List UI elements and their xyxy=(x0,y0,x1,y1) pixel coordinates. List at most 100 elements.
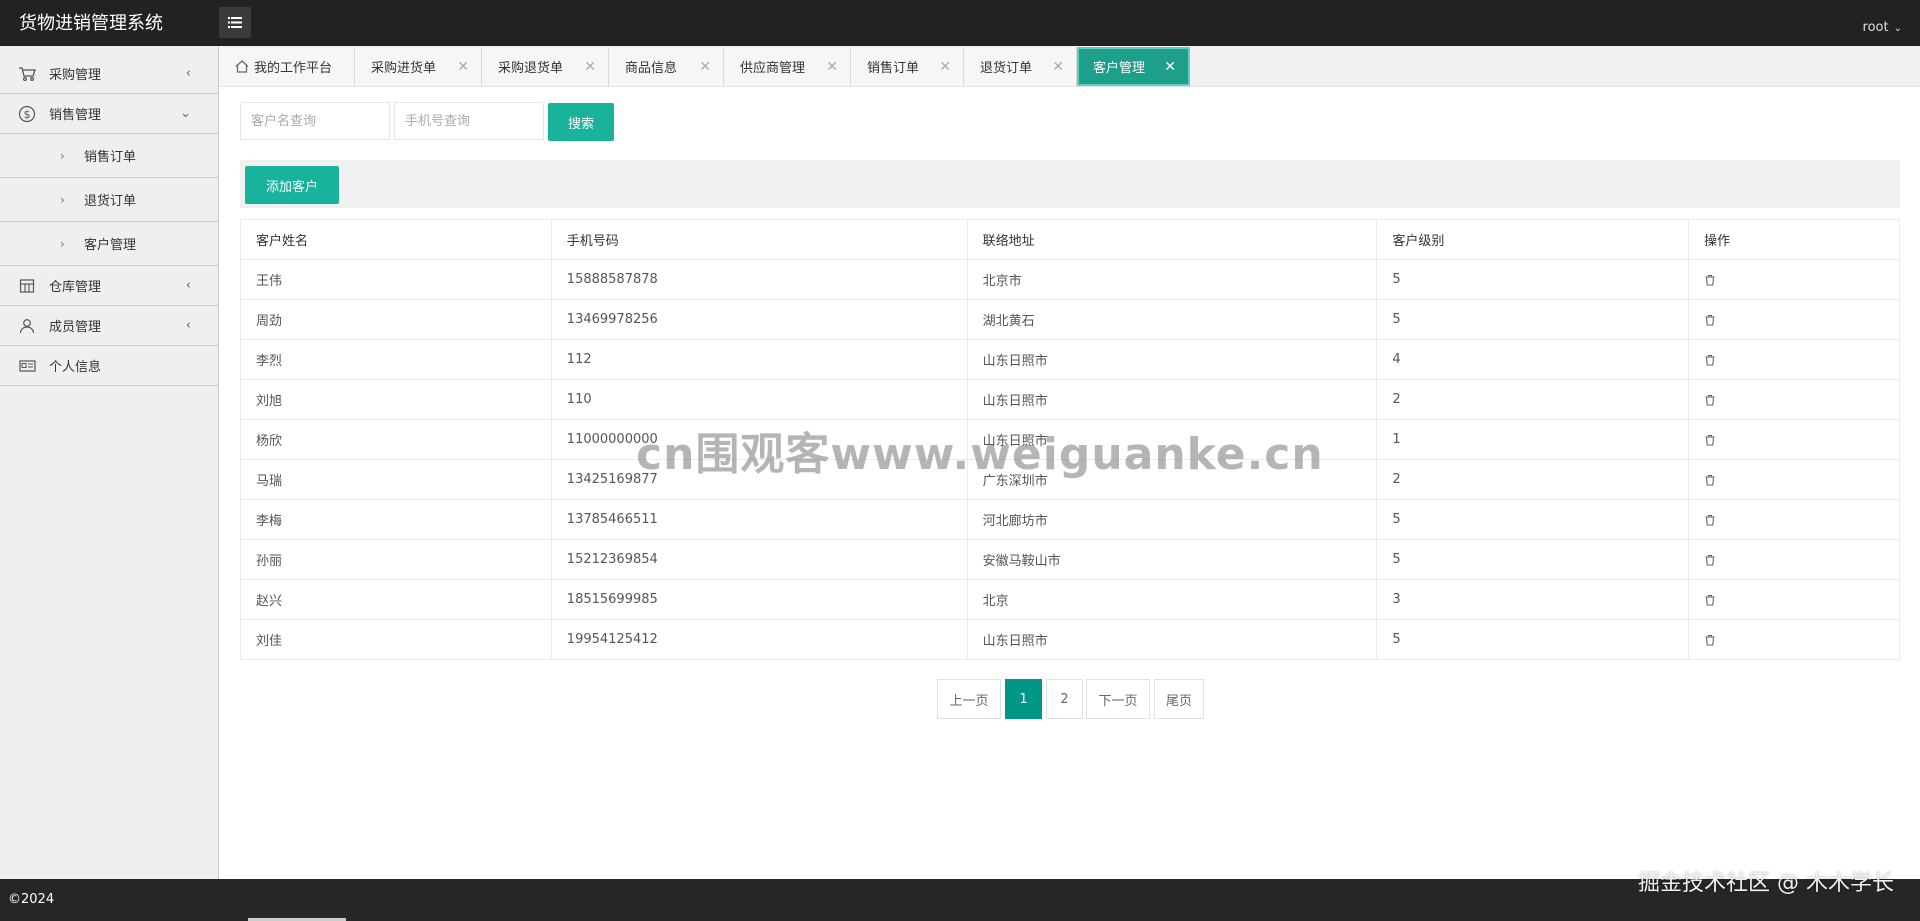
close-icon[interactable]: ✕ xyxy=(457,59,469,75)
trash-icon[interactable] xyxy=(1704,354,1716,366)
action-cell xyxy=(1688,539,1900,580)
column-header: 客户级别 xyxy=(1376,219,1690,260)
close-icon[interactable]: ✕ xyxy=(1052,59,1064,75)
tab-customer[interactable]: 客户管理 ✕ xyxy=(1077,47,1190,86)
action-cell xyxy=(1688,459,1900,500)
page-1-button[interactable]: 1 xyxy=(1005,679,1042,719)
chevron-down-icon: ⌄ xyxy=(1893,23,1902,34)
phone-cell: 18515699985 xyxy=(550,579,968,620)
trash-icon[interactable] xyxy=(1704,634,1716,646)
phone-search-input[interactable] xyxy=(394,102,544,140)
trash-icon[interactable] xyxy=(1704,474,1716,486)
action-cell xyxy=(1688,259,1900,300)
level-cell: 5 xyxy=(1376,259,1690,300)
trash-icon[interactable] xyxy=(1704,514,1716,526)
customer-name-cell: 刘旭 xyxy=(240,379,552,420)
sidebar-item-sales[interactable]: $ 销售管理 ⌄ xyxy=(0,94,219,134)
tab-purchase-in[interactable]: 采购进货单 ✕ xyxy=(355,47,482,86)
id-card-icon xyxy=(18,357,36,375)
trash-icon[interactable] xyxy=(1704,554,1716,566)
tab-label: 采购退货单 xyxy=(498,61,564,76)
customer-name-search-input[interactable] xyxy=(240,102,390,140)
trash-icon[interactable] xyxy=(1704,314,1716,326)
chevron-right-icon: › xyxy=(60,236,65,251)
dollar-icon: $ xyxy=(18,105,36,123)
page-2-button[interactable]: 2 xyxy=(1046,679,1083,719)
customer-name-cell: 马瑞 xyxy=(240,459,552,500)
tab-goods[interactable]: 商品信息 ✕ xyxy=(609,47,724,86)
action-cell xyxy=(1688,579,1900,620)
close-icon[interactable]: ✕ xyxy=(699,59,711,75)
tab-label: 供应商管理 xyxy=(740,61,806,76)
action-cell xyxy=(1688,299,1900,340)
sidebar-subitem-return-order[interactable]: › 退货订单 xyxy=(0,178,219,222)
tab-supplier[interactable]: 供应商管理 ✕ xyxy=(724,47,851,86)
address-cell: 河北廊坊市 xyxy=(966,499,1378,540)
level-cell: 2 xyxy=(1376,379,1690,420)
user-menu[interactable]: root ⌄ xyxy=(1863,20,1902,35)
table-row: 周劲 13469978256 湖北黄石 5 xyxy=(240,299,1900,340)
chevron-left-icon: ‹ xyxy=(185,66,191,81)
sidebar-subitem-sales-order[interactable]: › 销售订单 xyxy=(0,134,219,178)
table-row: 刘旭 110 山东日照市 2 xyxy=(240,379,1900,420)
tab-label: 销售订单 xyxy=(867,61,920,76)
address-cell: 安徽马鞍山市 xyxy=(966,539,1378,580)
sidebar-item-warehouse[interactable]: 仓库管理 ‹ xyxy=(0,266,219,306)
hamburger-icon xyxy=(228,17,242,28)
column-header: 操作 xyxy=(1688,219,1900,260)
sidebar-item-members[interactable]: 成员管理 ‹ xyxy=(0,306,219,346)
home-icon xyxy=(235,60,249,73)
phone-cell: 13469978256 xyxy=(550,299,968,340)
last-page-button[interactable]: 尾页 xyxy=(1154,679,1204,719)
phone-cell: 13785466511 xyxy=(550,499,968,540)
level-cell: 1 xyxy=(1376,419,1690,460)
sidebar-subitem-label: 销售订单 xyxy=(84,150,137,165)
address-cell: 北京市 xyxy=(966,259,1378,300)
tab-label: 客户管理 xyxy=(1093,61,1146,76)
level-cell: 5 xyxy=(1376,619,1690,660)
tab-sales-order[interactable]: 销售订单 ✕ xyxy=(851,47,964,86)
add-customer-button[interactable]: 添加客户 xyxy=(245,166,339,204)
search-button[interactable]: 搜索 xyxy=(548,103,614,141)
action-cell xyxy=(1688,339,1900,380)
sidebar-item-label: 个人信息 xyxy=(49,360,102,375)
sidebar-item-profile[interactable]: 个人信息 xyxy=(0,346,219,386)
close-icon[interactable]: ✕ xyxy=(1164,59,1176,75)
phone-cell: 19954125412 xyxy=(550,619,968,660)
warehouse-icon xyxy=(18,277,36,295)
chevron-left-icon: ‹ xyxy=(185,278,191,293)
phone-cell: 112 xyxy=(550,339,968,380)
trash-icon[interactable] xyxy=(1704,594,1716,606)
sidebar-subitem-customer[interactable]: › 客户管理 xyxy=(0,222,219,266)
tab-workbench[interactable]: 我的工作平台 xyxy=(219,47,355,86)
table-row: 王伟 15888587878 北京市 5 xyxy=(240,259,1900,300)
trash-icon[interactable] xyxy=(1704,394,1716,406)
user-icon xyxy=(18,317,36,335)
sidebar-subitem-label: 客户管理 xyxy=(84,238,137,253)
close-icon[interactable]: ✕ xyxy=(826,59,838,75)
customer-name-cell: 李梅 xyxy=(240,499,552,540)
cart-icon xyxy=(18,65,36,83)
svg-text:$: $ xyxy=(24,108,31,121)
prev-page-button[interactable]: 上一页 xyxy=(937,679,1001,719)
customer-name-cell: 赵兴 xyxy=(240,579,552,620)
chevron-left-icon: ‹ xyxy=(185,318,191,333)
tab-purchase-return[interactable]: 采购退货单 ✕ xyxy=(482,47,609,86)
tab-bar: 我的工作平台 采购进货单 ✕ 采购退货单 ✕ 商品信息 ✕ 供应商管理 ✕ 销售… xyxy=(219,46,1920,87)
table-row: 赵兴 18515699985 北京 3 xyxy=(240,579,1900,620)
sidebar: 采购管理 ‹ $ 销售管理 ⌄ › 销售订单 › 退货订单 › 客户管理 仓库管… xyxy=(0,46,219,879)
trash-icon[interactable] xyxy=(1704,274,1716,286)
tab-return-order[interactable]: 退货订单 ✕ xyxy=(964,47,1077,86)
close-icon[interactable]: ✕ xyxy=(584,59,596,75)
sidebar-item-purchase[interactable]: 采购管理 ‹ xyxy=(0,54,219,94)
next-page-button[interactable]: 下一页 xyxy=(1086,679,1150,719)
column-header: 客户姓名 xyxy=(240,219,552,260)
tab-label: 我的工作平台 xyxy=(254,61,333,76)
chevron-right-icon: › xyxy=(60,148,65,163)
tab-label: 商品信息 xyxy=(625,61,678,76)
chevron-down-icon: ⌄ xyxy=(180,106,191,121)
trash-icon[interactable] xyxy=(1704,434,1716,446)
sidebar-item-label: 仓库管理 xyxy=(49,280,102,295)
menu-toggle-button[interactable] xyxy=(219,7,251,38)
close-icon[interactable]: ✕ xyxy=(939,59,951,75)
